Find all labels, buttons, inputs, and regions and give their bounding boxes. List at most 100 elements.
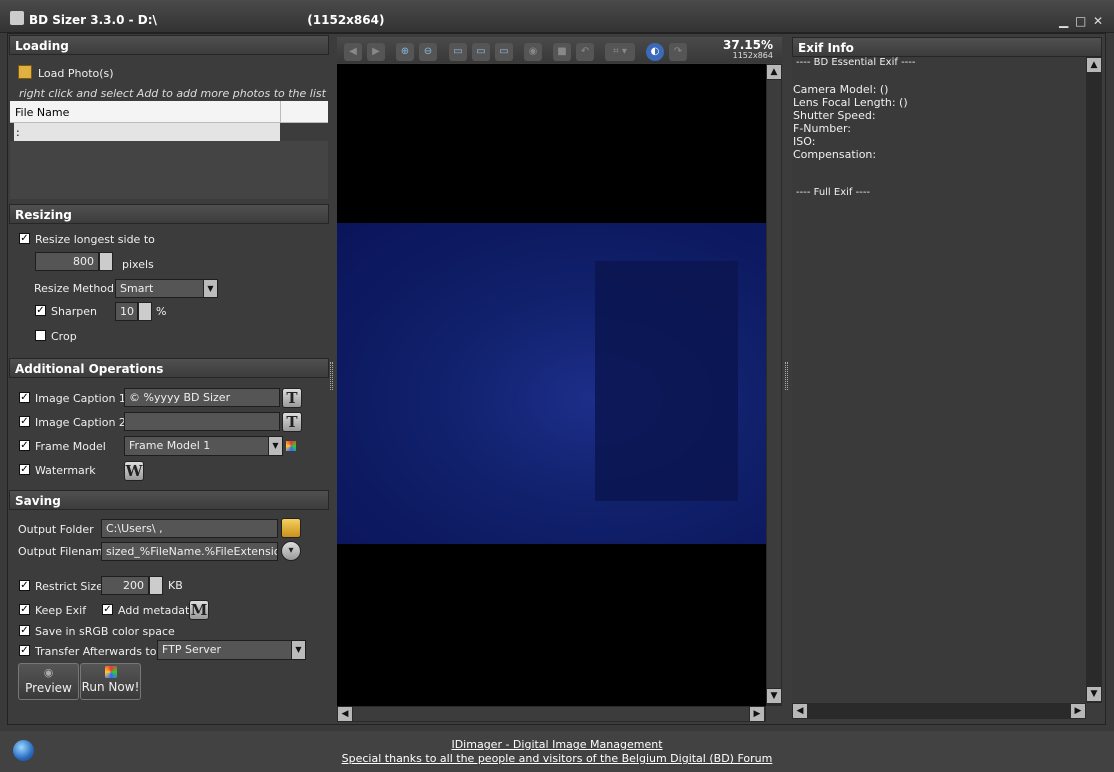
keep-exif-label: Keep Exif <box>35 604 87 617</box>
resize-longest-checkbox[interactable]: ✓ <box>19 233 30 244</box>
resize-method-value: Smart <box>120 282 154 295</box>
run-now-button[interactable]: Run Now! <box>80 663 141 700</box>
frame-model-checkbox[interactable]: ✓ <box>19 440 30 451</box>
right-splitter-handle[interactable] <box>785 362 788 390</box>
exif-focal-length: Lens Focal Length: () <box>793 96 908 109</box>
exif-vertical-scrollbar[interactable]: ▲ ▼ <box>1086 57 1102 703</box>
load-photos-button[interactable]: Load Photo(s) <box>38 67 114 80</box>
restrict-size-checkbox[interactable]: ✓ <box>19 580 30 591</box>
watermark-icon[interactable]: W <box>124 461 144 481</box>
viewer-horizontal-scrollbar[interactable]: ◀ ▶ <box>337 706 766 722</box>
scroll-down-icon[interactable]: ▼ <box>1087 687 1101 701</box>
transfer-select[interactable]: FTP Server <box>157 640 306 660</box>
fullscreen-icon[interactable]: ▭ <box>495 43 513 61</box>
zoom-in-icon[interactable]: ⊕ <box>396 43 414 61</box>
chevron-down-icon[interactable]: ▼ <box>291 641 305 659</box>
size-input[interactable]: 800 <box>35 252 99 271</box>
undo-icon[interactable]: ↶ <box>576 43 594 61</box>
exif-compensation: Compensation: <box>793 148 877 161</box>
hscroll-thumb[interactable] <box>353 707 749 721</box>
resizing-header: Resizing <box>9 204 329 224</box>
zoom-out-icon[interactable]: ⊖ <box>419 43 437 61</box>
close-button[interactable]: ✕ <box>1093 14 1103 28</box>
eye-icon: ◉ <box>43 666 54 679</box>
size-spinner[interactable] <box>99 252 113 271</box>
next-icon[interactable]: ▶ <box>367 43 385 61</box>
sharpen-spinner[interactable] <box>138 302 152 321</box>
sharpen-input[interactable]: 10 <box>115 302 138 321</box>
caption1-input[interactable]: © %yyyy BD Sizer <box>124 388 280 407</box>
thanks-link[interactable]: Special thanks to all the people and vis… <box>0 752 1114 765</box>
title-bar: BD Sizer 3.3.0 - D:\ (1152x864) ▁ □ ✕ <box>0 0 1114 33</box>
exif-horizontal-scrollbar[interactable]: ◀ ▶ <box>792 703 1086 719</box>
loading-hint: right click and select Add to add more p… <box>19 87 326 100</box>
preview-label: Preview <box>25 681 72 695</box>
save-icon[interactable]: ■ <box>553 43 571 61</box>
frame-model-label: Frame Model <box>35 440 106 453</box>
restrict-size-unit: KB <box>168 579 183 592</box>
color-grid-icon[interactable] <box>286 441 296 451</box>
scroll-up-icon[interactable]: ▲ <box>767 65 781 79</box>
sharpen-checkbox[interactable]: ✓ <box>35 305 46 316</box>
output-folder-label: Output Folder <box>18 523 94 536</box>
exif-content: ---- BD Essential Exif ---- Camera Model… <box>792 57 1086 703</box>
crop-checkbox[interactable] <box>35 330 46 341</box>
chevron-down-icon[interactable]: ▼ <box>268 437 282 455</box>
scroll-right-icon[interactable]: ▶ <box>1071 704 1085 718</box>
srgb-checkbox[interactable]: ✓ <box>19 625 30 636</box>
sharpen-unit: % <box>156 305 167 318</box>
caption2-input[interactable] <box>124 412 280 431</box>
output-folder-input[interactable]: C:\Users\ , <box>101 519 278 538</box>
globe-icon[interactable]: ◐ <box>646 43 664 61</box>
resize-longest-label: Resize longest side to <box>35 233 155 246</box>
filename-options-icon[interactable]: ▾ <box>281 541 301 561</box>
scroll-up-icon[interactable]: ▲ <box>1087 58 1101 72</box>
scroll-down-icon[interactable]: ▼ <box>767 689 781 703</box>
caption2-text-icon[interactable]: T <box>282 412 302 432</box>
saving-header: Saving <box>9 490 329 510</box>
minimize-button[interactable]: ▁ <box>1059 14 1068 28</box>
crop-tool-icon[interactable]: ⌗ ▾ <box>605 43 635 61</box>
caption2-label: Image Caption 2 <box>35 416 126 429</box>
scroll-right-icon[interactable]: ▶ <box>750 707 764 721</box>
scroll-thumb[interactable] <box>767 80 781 688</box>
left-splitter-handle[interactable] <box>330 362 333 390</box>
keep-exif-checkbox[interactable]: ✓ <box>19 604 30 615</box>
photo-preview <box>337 223 766 544</box>
viewer-vertical-scrollbar[interactable]: ▲ ▼ <box>766 64 782 706</box>
window-title: BD Sizer 3.3.0 - D:\ (1152x864) <box>29 13 385 27</box>
preview-eye-icon[interactable]: ◉ <box>524 43 542 61</box>
chevron-down-icon[interactable]: ▼ <box>203 280 217 297</box>
restrict-size-spinner[interactable] <box>149 576 163 595</box>
exif-full-header: ---- Full Exif ---- <box>796 187 871 198</box>
frame-model-select[interactable]: Frame Model 1 <box>124 436 283 456</box>
exif-shutter-speed: Shutter Speed: <box>793 109 876 122</box>
transfer-label: Transfer Afterwards to <box>35 645 157 658</box>
watermark-checkbox[interactable]: ✓ <box>19 464 30 475</box>
caption2-checkbox[interactable]: ✓ <box>19 416 30 427</box>
transfer-checkbox[interactable]: ✓ <box>19 645 30 656</box>
add-metadata-checkbox[interactable]: ✓ <box>102 604 113 615</box>
filename-column-header[interactable]: File Name <box>15 106 69 119</box>
image-dimensions: 1152x864 <box>732 51 773 60</box>
status-bar: IDimager - Digital Image Management Spec… <box>0 731 1114 772</box>
caption1-text-icon[interactable]: T <box>282 388 302 408</box>
previous-icon[interactable]: ◀ <box>344 43 362 61</box>
image-canvas[interactable] <box>337 64 766 706</box>
preview-button[interactable]: ◉ Preview <box>18 663 79 700</box>
idimager-link[interactable]: IDimager - Digital Image Management <box>0 738 1114 751</box>
file-list-row[interactable]: : <box>14 123 280 141</box>
restrict-size-input[interactable]: 200 <box>101 576 149 595</box>
actual-size-icon[interactable]: ▭ <box>472 43 490 61</box>
folder-icon[interactable] <box>281 518 301 538</box>
output-filename-input[interactable]: sized_%FileName.%FileExtension <box>101 542 278 561</box>
load-photos-icon[interactable] <box>18 65 32 79</box>
scroll-left-icon[interactable]: ◀ <box>793 704 807 718</box>
redo-icon[interactable]: ↷ <box>669 43 687 61</box>
scroll-left-icon[interactable]: ◀ <box>338 707 352 721</box>
fit-window-icon[interactable]: ▭ <box>449 43 467 61</box>
caption1-checkbox[interactable]: ✓ <box>19 392 30 403</box>
exif-header: Exif Info <box>792 37 1102 57</box>
metadata-icon[interactable]: M <box>189 600 209 620</box>
maximize-button[interactable]: □ <box>1075 14 1086 28</box>
